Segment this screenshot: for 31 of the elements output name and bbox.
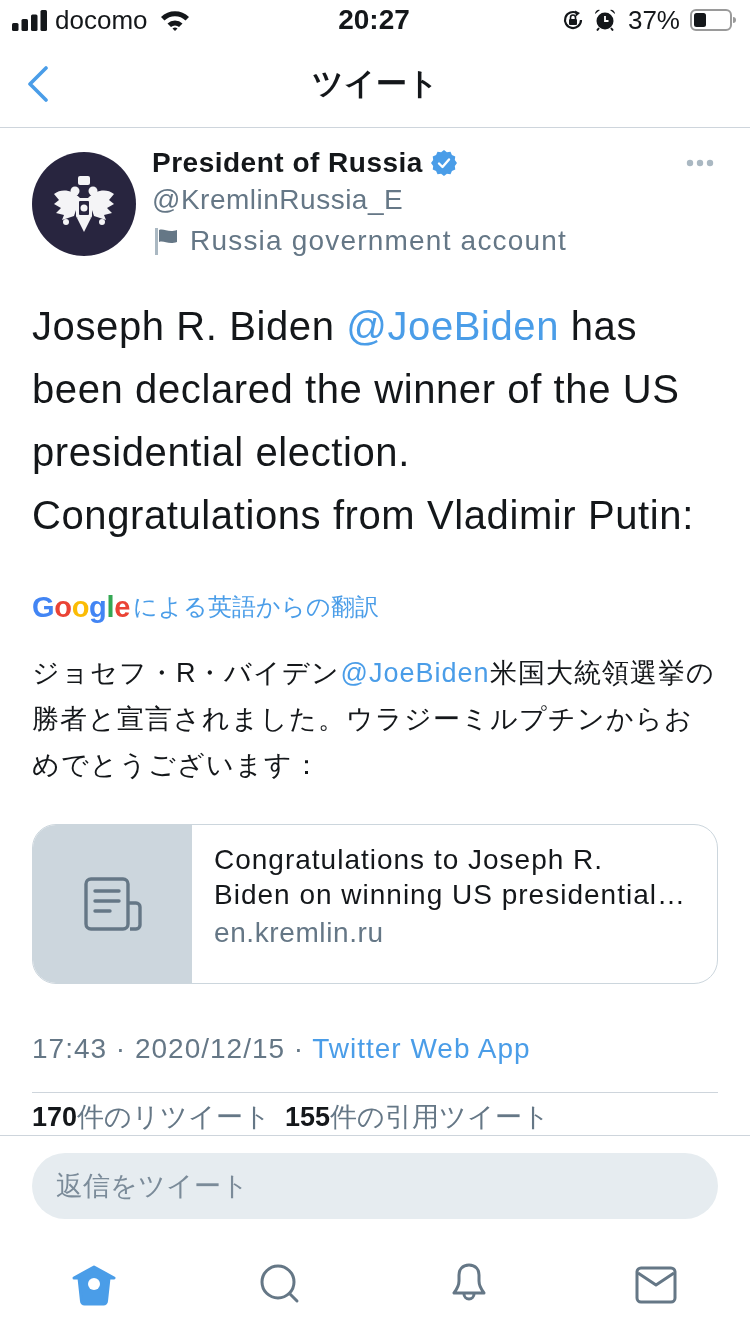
source-link[interactable]: Twitter Web App xyxy=(312,1029,531,1069)
flag-icon xyxy=(154,227,178,255)
translation-label[interactable]: による英語からの翻訳 xyxy=(133,589,380,625)
author-handle[interactable]: @KremlinRussia_E xyxy=(152,181,404,219)
page-title: ツイート xyxy=(311,64,439,103)
avatar-emblem-icon[interactable] xyxy=(32,152,136,256)
account-label: Russia government account xyxy=(190,224,568,258)
document-icon xyxy=(83,877,142,931)
mention-link[interactable]: @JoeBiden xyxy=(346,304,560,348)
wifi-icon xyxy=(159,9,190,31)
link-domain: en.kremlin.ru xyxy=(214,916,385,950)
tweet-timestamp: 17:43 · 2020/12/15 · xyxy=(32,1032,305,1066)
battery-icon xyxy=(690,9,736,31)
battery-percentage: 37% xyxy=(627,5,680,35)
home-icon[interactable] xyxy=(70,1263,117,1307)
mention-link[interactable]: @JoeBiden xyxy=(340,658,490,688)
back-icon[interactable] xyxy=(27,65,49,102)
link-title: Congratulations to Joseph R. Biden on winning US presidential… xyxy=(214,843,687,912)
reply-field[interactable]: 返信をツイート xyxy=(32,1153,718,1219)
stat-link[interactable]: 155件の引用ツイート xyxy=(285,1101,551,1133)
stat-link[interactable]: 170件のリツイート xyxy=(32,1101,272,1133)
signal-icon xyxy=(12,9,47,31)
status-time: 20:27 xyxy=(338,5,410,35)
carrier-name: docomo xyxy=(55,5,148,35)
rotation-lock-icon xyxy=(561,9,584,31)
tweet-text: Joseph R. Biden @JoeBiden has been declared the winner of the US presidential election. Congratulations from Vladimir Putin: xyxy=(32,303,695,539)
translation-provider-logo: Google xyxy=(32,590,131,625)
translated-text: ジョセフ・R・バイデン@JoeBiden米国大統領選挙の勝者と宣言されました。ウラジーミルプチンからおめでとうございます： xyxy=(32,657,716,782)
author-name[interactable]: President of Russia xyxy=(152,145,423,181)
alarm-icon xyxy=(593,9,616,31)
link-card[interactable]: Congratulations to Joseph R. Biden on winning US presidential… en.kremlin.ru xyxy=(32,824,718,984)
